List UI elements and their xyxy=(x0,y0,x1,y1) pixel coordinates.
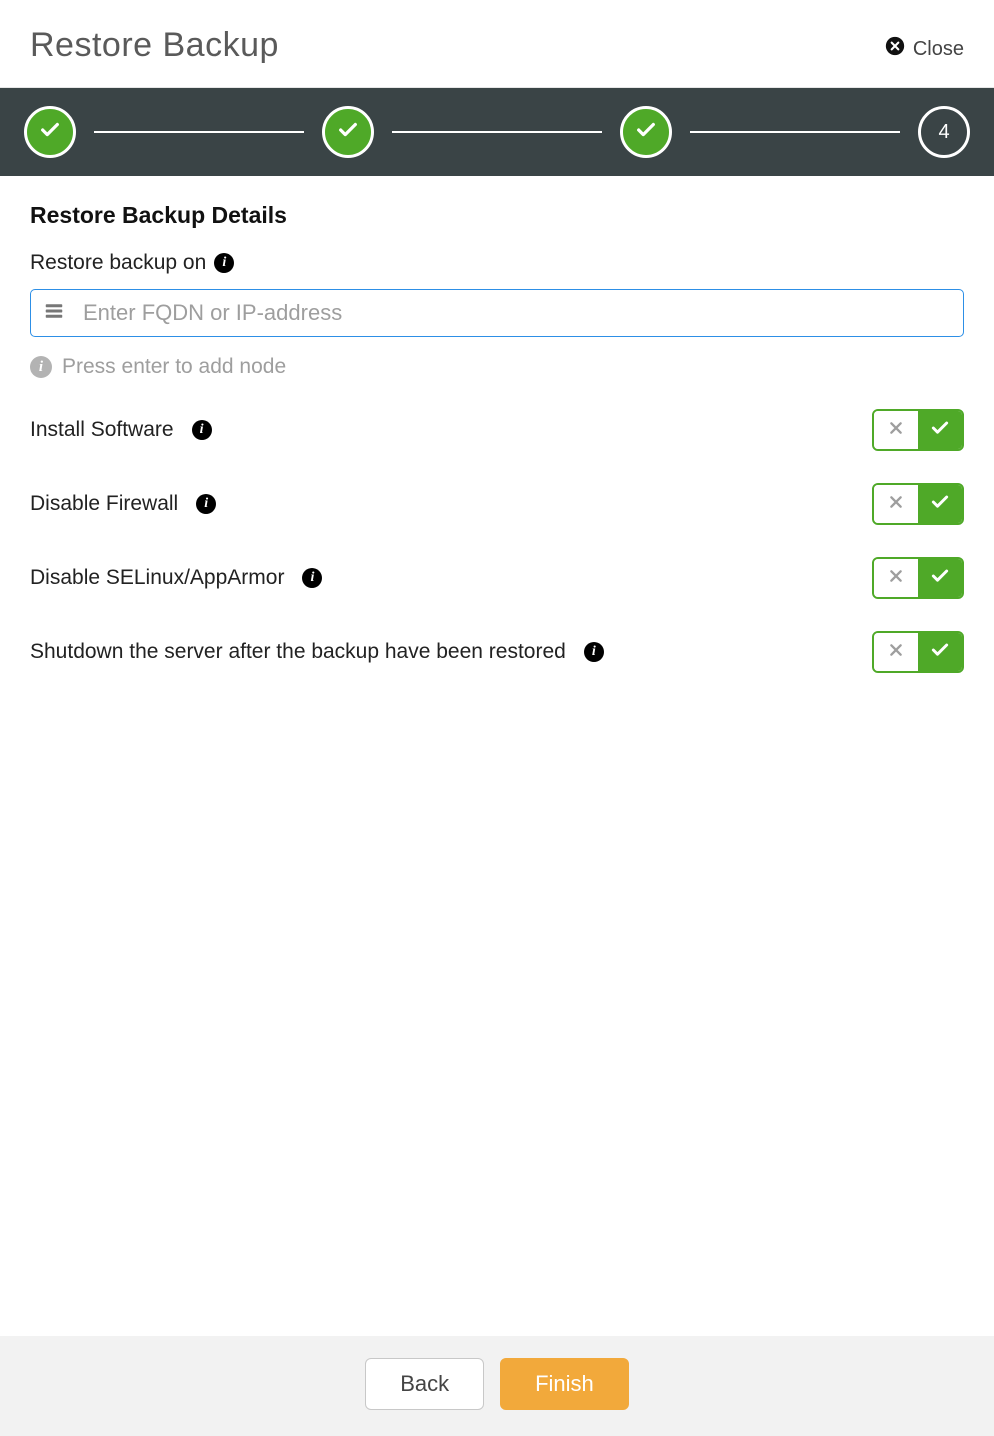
content-area: Restore Backup Details Restore backup on… xyxy=(0,176,994,1336)
toggle-install-software[interactable] xyxy=(872,409,964,451)
finish-button[interactable]: Finish xyxy=(500,1358,629,1410)
close-icon xyxy=(885,36,905,62)
step-number: 4 xyxy=(938,121,949,144)
fqdn-input-wrapper[interactable] xyxy=(30,289,964,337)
option-label: Disable SELinux/AppArmor xyxy=(30,566,284,590)
page-title: Restore Backup xyxy=(30,26,279,65)
option-shutdown-server: Shutdown the server after the backup hav… xyxy=(30,631,964,673)
x-icon xyxy=(888,642,904,663)
step-connector xyxy=(94,131,304,133)
info-icon[interactable]: i xyxy=(302,568,322,588)
close-button[interactable]: Close xyxy=(885,36,964,62)
check-icon xyxy=(39,119,61,146)
header: Restore Backup Close xyxy=(0,0,994,88)
check-icon xyxy=(337,119,359,146)
option-disable-selinux: Disable SELinux/AppArmor i xyxy=(30,557,964,599)
toggle-disable-firewall[interactable] xyxy=(872,483,964,525)
check-icon xyxy=(930,418,950,443)
hint-text: Press enter to add node xyxy=(62,355,286,379)
check-icon xyxy=(635,119,657,146)
option-label: Shutdown the server after the backup hav… xyxy=(30,640,566,664)
step-2-done xyxy=(322,106,374,158)
toggle-off[interactable] xyxy=(874,559,918,597)
toggle-off[interactable] xyxy=(874,485,918,523)
step-connector xyxy=(392,131,602,133)
toggle-on[interactable] xyxy=(918,411,962,449)
option-label: Disable Firewall xyxy=(30,492,178,516)
section-title: Restore Backup Details xyxy=(30,202,964,229)
toggle-disable-selinux[interactable] xyxy=(872,557,964,599)
info-icon[interactable]: i xyxy=(214,253,234,273)
step-connector xyxy=(690,131,900,133)
toggle-shutdown-server[interactable] xyxy=(872,631,964,673)
toggle-off[interactable] xyxy=(874,411,918,449)
info-icon[interactable]: i xyxy=(192,420,212,440)
stepper: 4 xyxy=(0,88,994,176)
step-4-current: 4 xyxy=(918,106,970,158)
check-icon xyxy=(930,566,950,591)
info-icon: i xyxy=(30,356,52,378)
x-icon xyxy=(888,494,904,515)
option-install-software: Install Software i xyxy=(30,409,964,451)
x-icon xyxy=(888,568,904,589)
fqdn-input[interactable] xyxy=(83,300,949,326)
restore-on-label: Restore backup on xyxy=(30,251,206,275)
option-label: Install Software xyxy=(30,418,174,442)
info-icon[interactable]: i xyxy=(196,494,216,514)
step-3-done xyxy=(620,106,672,158)
close-label: Close xyxy=(913,38,964,61)
info-icon[interactable]: i xyxy=(584,642,604,662)
toggle-off[interactable] xyxy=(874,633,918,671)
x-icon xyxy=(888,420,904,441)
hint-row: i Press enter to add node xyxy=(30,355,964,379)
toggle-on[interactable] xyxy=(918,485,962,523)
server-icon xyxy=(45,303,63,324)
footer: Back Finish xyxy=(0,1336,994,1436)
toggle-on[interactable] xyxy=(918,633,962,671)
restore-on-label-row: Restore backup on i xyxy=(30,251,234,275)
toggle-on[interactable] xyxy=(918,559,962,597)
check-icon xyxy=(930,640,950,665)
back-button[interactable]: Back xyxy=(365,1358,484,1410)
option-disable-firewall: Disable Firewall i xyxy=(30,483,964,525)
check-icon xyxy=(930,492,950,517)
step-1-done xyxy=(24,106,76,158)
